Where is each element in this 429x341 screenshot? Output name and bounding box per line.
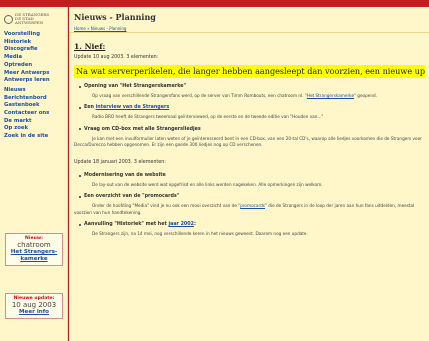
news-item-text: Op vraag van verschillende Strangersfans… [92, 93, 377, 98]
sidebar-item-voorstelling[interactable]: Voorstelling [4, 31, 67, 39]
highlight-banner: Na wat serverperikelen, die langer hebbe… [74, 65, 425, 78]
news-item-heading: Opening van "Het Strangerskamerke" [74, 84, 425, 89]
jaar-2002-link[interactable]: jaar 2002 [168, 222, 194, 227]
sidebar-item-optreden[interactable]: Optreden [4, 62, 67, 70]
page-title: Nieuws - Planning [74, 12, 156, 22]
logo-emblem-icon [4, 14, 13, 24]
top-bar [0, 0, 429, 7]
promo-box-headline: chatroom [17, 241, 51, 249]
bullet-icon [79, 174, 81, 177]
promocards-link[interactable]: promocards [240, 203, 265, 208]
update-date: Update 18 januari 2003. 3 elementen: [74, 160, 166, 166]
sidebar-item-historiek[interactable]: Historiek [4, 39, 67, 47]
promo-box-update: Nieuwe update: 10 aug 2003 Meer info [5, 293, 63, 319]
news-item-text: De lay-out van de website werd wat opgef… [92, 182, 323, 188]
bullet-icon [79, 106, 81, 109]
promo-box-headline: 10 aug 2003 [11, 301, 57, 309]
sidebar-item-gastenboek[interactable]: Gastenboek [4, 102, 67, 110]
sidebar-item-nieuws[interactable]: Nieuws [4, 87, 67, 95]
update-date: Update 10 aug 2003. 3 elementen: [74, 55, 159, 60]
strangerskamerke-link[interactable]: Het Strangerskamerke [307, 93, 354, 98]
news-item-heading: Aanvulling "Historiek" met het jaar 2002… [74, 222, 425, 227]
chatroom-link-line-2[interactable]: kamerke [7, 256, 61, 263]
bullet-icon [79, 223, 81, 226]
news-item-heading: Een overzicht van de "promocards" [74, 194, 425, 199]
news-item-heading: Modernisering van de website [74, 173, 425, 178]
chatroom-link-line-1[interactable]: Het Strangers- [7, 249, 61, 256]
breadcrumb[interactable]: Home » Nieuws - Planning [69, 25, 429, 33]
bullet-icon [79, 128, 81, 131]
sidebar-item-contacteer-ons[interactable]: Contacteer ons [4, 110, 67, 118]
sidebar: DE STRANGERS DE STAD ANTWERPEN Voorstell… [0, 7, 68, 341]
bullet-icon [79, 195, 81, 198]
sidebar-item-zoek-in-site[interactable]: Zoek in de site [4, 133, 67, 141]
sidebar-item-antwerps-leren[interactable]: Antwerps leren [4, 77, 67, 85]
promo-box-chatroom: Nieuw: chatroom Het Strangers- kamerke [5, 233, 63, 266]
news-item-text: Radio BRO heeft de Strangers tweemaal ge… [92, 114, 324, 120]
news-item-text: Je kan met een invulformulier laten wete… [74, 135, 422, 147]
logo-line-2: DE STAD ANTWERPEN [14, 16, 44, 25]
sidebar-item-media[interactable]: Media [4, 54, 67, 62]
news-item-text: De Strangers zijn, na 14 mei, nog versch… [92, 231, 308, 237]
interview-link[interactable]: interview van de Strangers [96, 105, 170, 110]
sidebar-item-op-zoek[interactable]: Op zoek [4, 125, 67, 133]
sidebar-item-de-markt[interactable]: De markt [4, 118, 67, 126]
news-item-heading: Vraag om CD-box met alle Strangersliedje… [74, 127, 425, 132]
sidebar-nav: Voorstelling Historiek Discografie Media… [0, 31, 67, 141]
sidebar-item-berichtenbord[interactable]: Berichtenbord [4, 95, 67, 103]
bullet-icon [79, 85, 81, 88]
news-item-heading: Een interview van de Strangers [74, 105, 425, 110]
sidebar-item-discografie[interactable]: Discografie [4, 46, 67, 54]
section-title: 1. Nief: [74, 42, 106, 51]
news-item-text: Onder de hoofding "Media" vind je nu ook… [74, 203, 415, 215]
sidebar-item-meer-antwerps[interactable]: Meer Antwerps [4, 70, 67, 78]
site-logo[interactable]: DE STRANGERS DE STAD ANTWERPEN [4, 10, 63, 28]
meer-info-link[interactable]: Meer info [7, 309, 61, 316]
main-content: Nieuws - Planning Home » Nieuws - Planni… [69, 7, 429, 341]
